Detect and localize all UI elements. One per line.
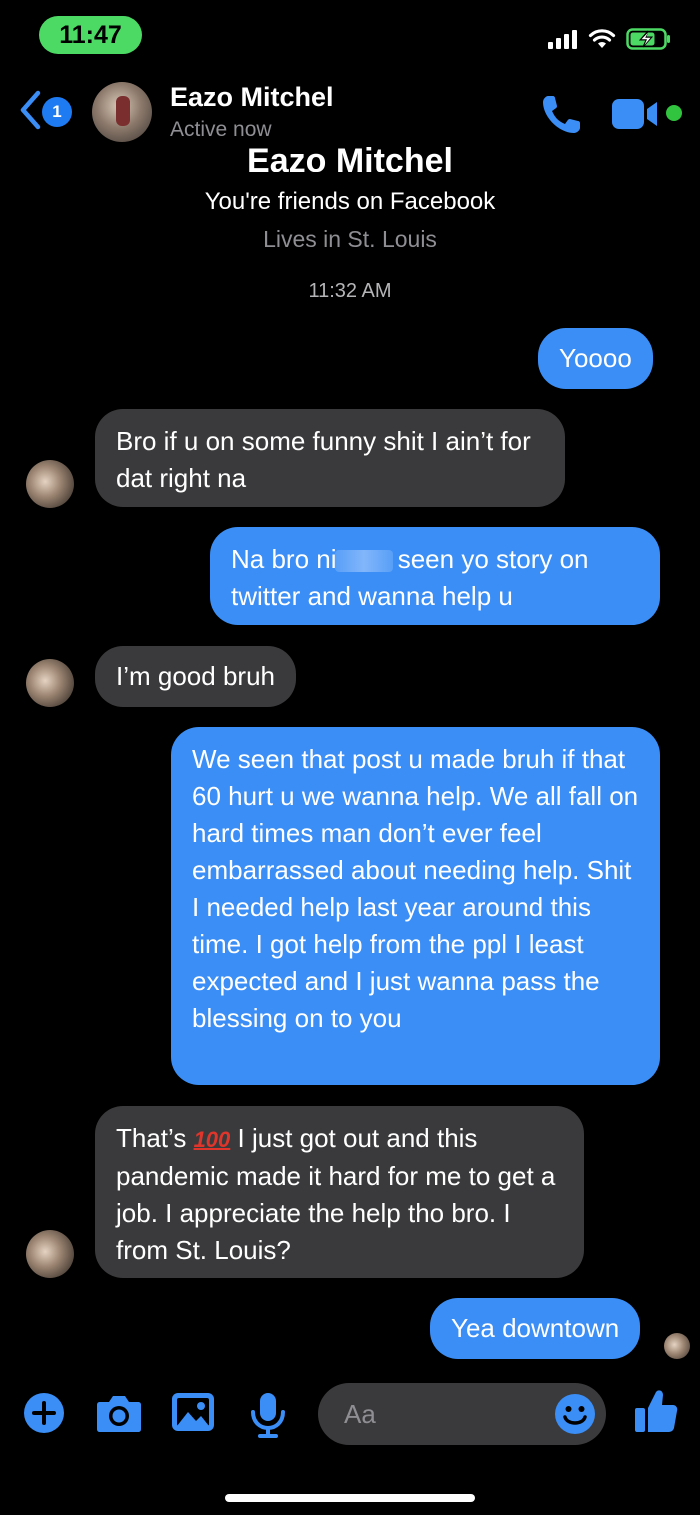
message-text: I’m good bruh: [116, 661, 275, 691]
read-receipt-avatar: [664, 1333, 690, 1359]
message-text-part: That’s: [116, 1123, 194, 1153]
message-text-part: Na bro ni: [231, 544, 337, 574]
sender-avatar[interactable]: [26, 659, 74, 707]
phone-icon: [543, 96, 580, 133]
microphone-icon: [251, 1393, 285, 1438]
message-composer: [0, 1380, 700, 1450]
message-bubble-outgoing[interactable]: We seen that post u made bruh if that 60…: [171, 727, 660, 1085]
camera-icon: [97, 1396, 141, 1432]
message-bubble-outgoing[interactable]: Yea downtown: [430, 1298, 641, 1359]
message-bubble-outgoing[interactable]: Na bro ni seen yo story on twitter and w…: [210, 527, 660, 625]
message-input[interactable]: [344, 1397, 544, 1431]
video-call-button[interactable]: [611, 98, 661, 135]
intro-friends-text: You're friends on Facebook: [204, 188, 496, 215]
message-bubble-incoming[interactable]: I’m good bruh: [95, 646, 296, 707]
like-button[interactable]: [634, 1388, 678, 1439]
intro-contact-name: Eazo Mitchel: [247, 142, 453, 172]
intro-lives-text: Lives in St. Louis: [263, 226, 437, 252]
contact-name[interactable]: Eazo Mitchel: [170, 82, 334, 113]
plus-circle-icon: [24, 1393, 64, 1433]
voice-message-button[interactable]: [250, 1392, 286, 1443]
message-text: We seen that post u made bruh if that 60…: [192, 744, 639, 1033]
camera-button[interactable]: [96, 1392, 142, 1439]
message-text: Yoooo: [559, 343, 632, 373]
censored-word: [334, 550, 393, 573]
message-timestamp: 11:32 AM: [308, 280, 392, 302]
sender-avatar[interactable]: [26, 460, 74, 508]
message-input-container[interactable]: [318, 1383, 606, 1445]
battery-charging-icon: [626, 28, 670, 50]
thumbs-up-icon: [635, 1390, 678, 1432]
more-actions-button[interactable]: [23, 1392, 65, 1439]
wifi-icon: [588, 29, 616, 48]
hundred-points-emoji: 100: [193, 1127, 231, 1152]
signal-icon: [548, 30, 577, 49]
unread-badge: 1: [42, 97, 72, 127]
message-text: Bro if u on some funny shit I ain’t for …: [116, 426, 531, 493]
back-button[interactable]: [18, 90, 42, 130]
sender-avatar[interactable]: [26, 1230, 74, 1278]
smiley-icon: [555, 1394, 595, 1434]
status-icons: [548, 28, 672, 50]
message-text: Yea downtown: [451, 1313, 620, 1343]
chevron-left-icon: [20, 90, 41, 130]
message-bubble-outgoing[interactable]: Yoooo: [538, 328, 653, 389]
image-icon: [172, 1393, 214, 1431]
message-bubble-incoming[interactable]: Bro if u on some funny shit I ain’t for …: [95, 409, 565, 507]
home-indicator[interactable]: [225, 1494, 475, 1502]
contact-avatar[interactable]: [92, 82, 152, 142]
emoji-button[interactable]: [554, 1393, 596, 1440]
gallery-button[interactable]: [171, 1392, 215, 1437]
video-camera-icon: [612, 99, 657, 129]
voice-call-button[interactable]: [540, 92, 584, 141]
message-bubble-incoming[interactable]: That’s 100 I just got out and this pande…: [95, 1106, 584, 1278]
online-indicator: [666, 105, 682, 121]
status-time: 11:47: [39, 16, 142, 54]
